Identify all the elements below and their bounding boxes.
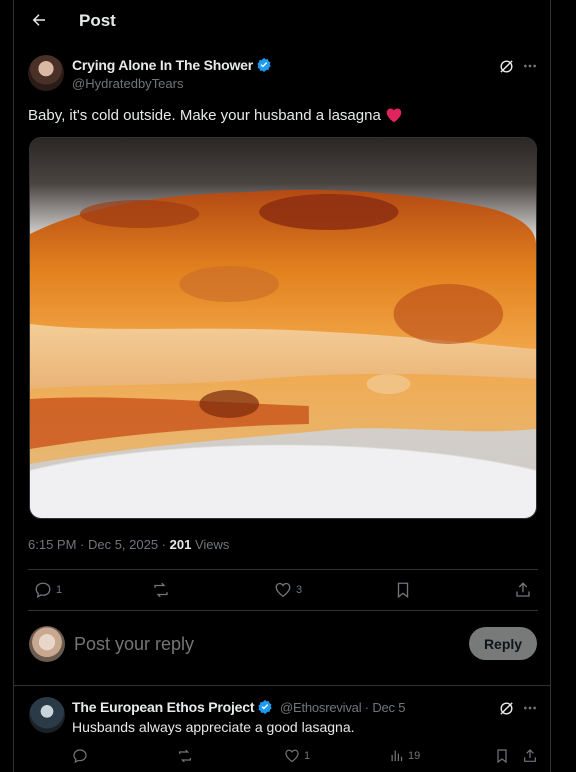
- post-text: Baby, it's cold outside. Make your husba…: [28, 107, 403, 124]
- views-count: 201: [169, 537, 192, 552]
- share-icon: [516, 582, 530, 597]
- bookmark-icon: [397, 582, 409, 599]
- author-name-row[interactable]: Crying Alone In The Shower: [72, 57, 272, 73]
- reply-like-count: 1: [304, 749, 311, 762]
- post-time[interactable]: 6:15 PM · Dec 5, 2025 ·: [28, 537, 170, 552]
- reply-more-options-button[interactable]: [520, 698, 540, 718]
- arrow-left-icon: [32, 14, 45, 26]
- heart-emoji: [385, 107, 403, 124]
- reply-like-action[interactable]: 1: [284, 748, 310, 763]
- bookmark-action[interactable]: [395, 581, 411, 599]
- post-timestamp[interactable]: 6:15 PM · Dec 5, 2025 · 201 Views: [28, 537, 229, 552]
- reply-author-row[interactable]: The European Ethos Project @Ethosrevival…: [72, 699, 406, 715]
- reply-author-handle[interactable]: @Ethosrevival · Dec 5: [280, 700, 406, 715]
- heart-outline-icon: [275, 582, 291, 598]
- grok-button[interactable]: [496, 56, 516, 76]
- reply-share-action[interactable]: [522, 748, 538, 764]
- reply-author-name[interactable]: The European Ethos Project: [72, 699, 254, 715]
- bookmark-icon: [497, 749, 507, 764]
- views-chart-icon: [391, 750, 403, 762]
- reply-icon: [35, 582, 51, 599]
- share-icon: [524, 749, 536, 762]
- grok-icon: [499, 59, 513, 73]
- divider: [14, 685, 550, 686]
- reply-text: Husbands always appreciate a good lasagn…: [72, 719, 355, 735]
- reply-views-action[interactable]: 19: [389, 748, 420, 763]
- reply-views-count: 19: [408, 749, 421, 762]
- reply-action[interactable]: 1: [34, 581, 62, 599]
- reply-icon: [73, 749, 87, 764]
- reply-count: 1: [56, 584, 63, 596]
- back-button[interactable]: [28, 9, 50, 31]
- lasagna-photo: [30, 189, 536, 464]
- verified-badge-icon: [257, 58, 271, 72]
- page-title: Post: [79, 11, 116, 30]
- reply-input[interactable]: [72, 633, 456, 656]
- reply-grok-button[interactable]: [496, 698, 516, 718]
- reply-author-avatar[interactable]: [29, 697, 65, 733]
- repost-icon: [154, 582, 168, 598]
- repost-action[interactable]: [151, 581, 171, 599]
- more-options-button[interactable]: [520, 56, 540, 76]
- author-avatar[interactable]: [28, 55, 64, 91]
- share-action[interactable]: [514, 581, 532, 599]
- page-header: Post: [14, 0, 550, 44]
- repost-icon: [179, 749, 191, 763]
- more-dots-icon: [524, 64, 536, 68]
- like-count: 3: [296, 583, 303, 596]
- like-action[interactable]: 3: [274, 581, 302, 598]
- divider: [28, 569, 538, 570]
- post-text-body: Baby, it's cold outside. Make your husba…: [28, 107, 381, 124]
- reply-bookmark-action[interactable]: [495, 748, 509, 764]
- reply-button[interactable]: Reply: [469, 627, 537, 660]
- author-name[interactable]: Crying Alone In The Shower: [72, 57, 253, 73]
- post-image[interactable]: [29, 137, 537, 519]
- red-heart-icon: [386, 108, 402, 123]
- reply-repost-action[interactable]: [176, 748, 194, 764]
- grok-icon: [499, 701, 513, 715]
- heart-outline-icon: [285, 749, 299, 763]
- verified-badge-icon: [258, 700, 272, 714]
- divider: [28, 610, 538, 611]
- reply-reply-action[interactable]: [72, 748, 88, 764]
- post-column: Post Crying Alone In The Shower @Hydrate…: [13, 0, 551, 772]
- views-label: Views: [191, 537, 230, 552]
- more-dots-icon: [524, 706, 536, 710]
- my-avatar[interactable]: [29, 626, 65, 662]
- author-handle[interactable]: @HydratedbyTears: [72, 76, 183, 91]
